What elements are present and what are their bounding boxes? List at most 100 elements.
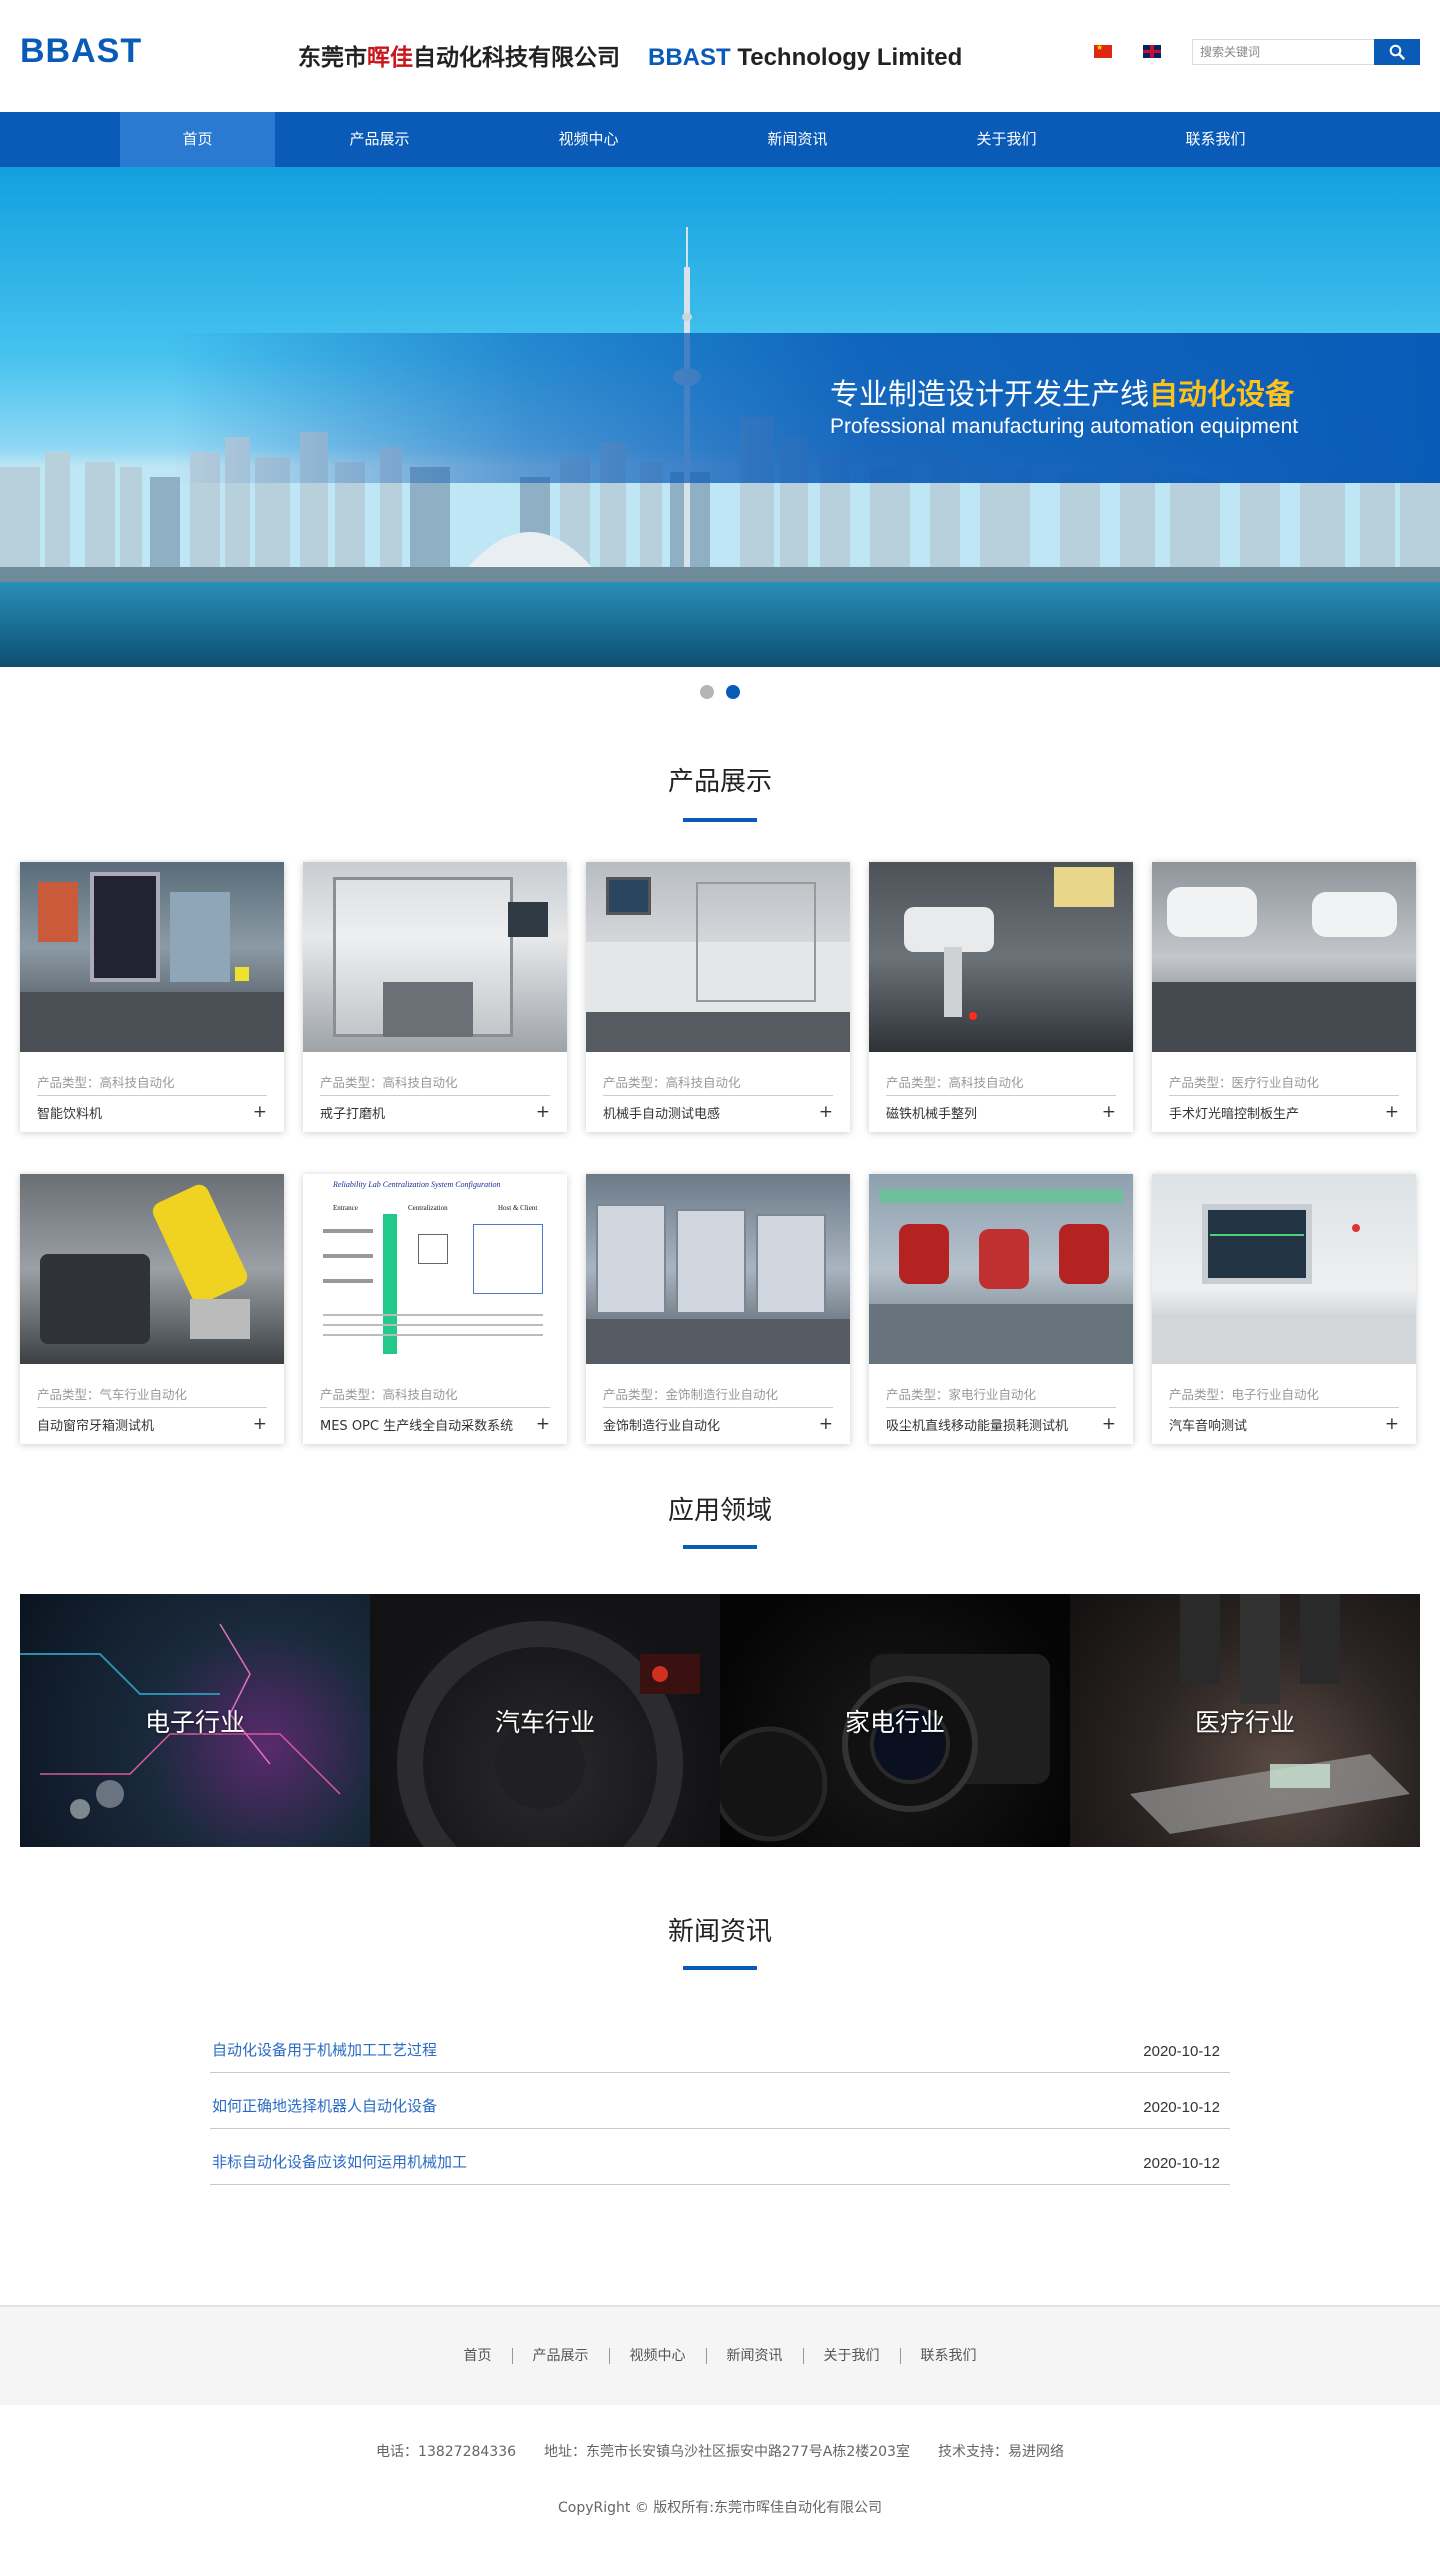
plus-icon[interactable]: + xyxy=(536,1414,550,1434)
products-row: 产品类型：高科技自动化 智能饮料机 + 产品类型：高科技自动化 戒子打磨机 + 产品… xyxy=(20,862,1440,1132)
product-card[interactable]: 产品类型：家电行业自动化 吸尘机直线移动能量损耗测试机 + xyxy=(869,1174,1133,1444)
carousel-dot-2[interactable] xyxy=(726,685,740,699)
product-name-row: 戒子打磨机 + xyxy=(320,1096,550,1128)
nav-item-about[interactable]: 关于我们 xyxy=(902,112,1111,167)
application-label: 电子行业 xyxy=(144,1707,245,1737)
product-category: 产品类型：高科技自动化 xyxy=(603,1052,833,1096)
product-name: 金饰制造行业自动化 xyxy=(603,1418,721,1434)
plus-icon[interactable]: + xyxy=(1385,1102,1399,1122)
footer-phone: 电话：13827284336 xyxy=(376,2444,517,2460)
product-name-row: 自动窗帘牙箱测试机 + xyxy=(37,1408,267,1440)
applications-grid: 电子行业 汽车行业 家电行业 医疗行业 xyxy=(20,1594,1420,1847)
products-grid: 产品类型：高科技自动化 智能饮料机 + 产品类型：高科技自动化 戒子打磨机 + 产品… xyxy=(0,862,1440,1444)
product-name-row: 磁铁机械手整列 + xyxy=(886,1096,1116,1128)
chinese-flag-icon[interactable] xyxy=(1094,43,1112,58)
hero-banner[interactable]: 专业制造设计开发生产线自动化设备 Professional manufactur… xyxy=(0,167,1440,667)
product-category: 产品类型：电子行业自动化 xyxy=(1169,1364,1399,1408)
news-item[interactable]: 自动化设备用于机械加工工艺过程 2020-10-12 xyxy=(210,2027,1230,2073)
news-section-title: 新闻资讯 xyxy=(0,1907,1440,1987)
product-image xyxy=(20,1174,284,1364)
site-logo[interactable]: BBAST xyxy=(20,32,142,71)
application-tile-appliances[interactable]: 家电行业 xyxy=(720,1594,1070,1847)
nav-item-home[interactable]: 首页 xyxy=(120,112,275,167)
plus-icon[interactable]: + xyxy=(1102,1414,1116,1434)
product-category: 产品类型：高科技自动化 xyxy=(320,1052,550,1096)
news-list: 自动化设备用于机械加工工艺过程 2020-10-12 如何正确地选择机器人自动化… xyxy=(210,2027,1230,2185)
news-date: 2020-10-12 xyxy=(1143,2099,1220,2116)
product-card[interactable]: 产品类型：高科技自动化 智能饮料机 + xyxy=(20,862,284,1132)
product-image xyxy=(1152,862,1416,1052)
search-input[interactable] xyxy=(1192,39,1374,65)
product-name: MES OPC 生产线全自动采数系统 xyxy=(320,1418,514,1434)
application-label: 家电行业 xyxy=(844,1707,945,1737)
main-nav: 首页 产品展示 视频中心 新闻资讯 关于我们 联系我们 xyxy=(0,112,1440,167)
footer-link-videos[interactable]: 视频中心 xyxy=(608,2348,706,2364)
banner-title-prefix: 专业制造设计开发生产线 xyxy=(830,377,1150,411)
product-image xyxy=(586,1174,850,1364)
product-name: 手术灯光暗控制板生产 xyxy=(1169,1106,1300,1122)
product-card[interactable]: 产品类型：高科技自动化 磁铁机械手整列 + xyxy=(869,862,1133,1132)
product-category: 产品类型：医疗行业自动化 xyxy=(1169,1052,1399,1096)
application-label: 医疗行业 xyxy=(1194,1707,1295,1737)
news-title[interactable]: 非标自动化设备应该如何运用机械加工 xyxy=(212,2151,467,2172)
product-card[interactable]: 产品类型：医疗行业自动化 手术灯光暗控制板生产 + xyxy=(1152,862,1416,1132)
application-tile-electronics[interactable]: 电子行业 xyxy=(20,1594,370,1847)
product-image xyxy=(1152,1174,1416,1364)
banner-subtitle: Professional manufacturing automation eq… xyxy=(830,415,1299,438)
news-item[interactable]: 如何正确地选择机器人自动化设备 2020-10-12 xyxy=(210,2073,1230,2129)
product-name: 自动窗帘牙箱测试机 xyxy=(37,1418,155,1434)
news-date: 2020-10-12 xyxy=(1143,2043,1220,2060)
product-card[interactable]: 产品类型：高科技自动化 机械手自动测试电感 + xyxy=(586,862,850,1132)
product-name: 智能饮料机 xyxy=(37,1106,103,1122)
plus-icon[interactable]: + xyxy=(1385,1414,1399,1434)
carousel-dot-1[interactable] xyxy=(700,685,714,699)
footer-link-products[interactable]: 产品展示 xyxy=(511,2348,609,2364)
product-card[interactable]: Reliability Lab Centralization System Co… xyxy=(303,1174,567,1444)
product-card[interactable]: 产品类型：气车行业自动化 自动窗帘牙箱测试机 + xyxy=(20,1174,284,1444)
application-tile-medical[interactable]: 医疗行业 xyxy=(1070,1594,1420,1847)
product-name: 磁铁机械手整列 xyxy=(886,1106,978,1122)
product-name: 机械手自动测试电感 xyxy=(603,1106,721,1122)
plus-icon[interactable]: + xyxy=(819,1414,833,1434)
nav-item-contact[interactable]: 联系我们 xyxy=(1111,112,1320,167)
nav-item-videos[interactable]: 视频中心 xyxy=(484,112,693,167)
product-card[interactable]: 产品类型：金饰制造行业自动化 金饰制造行业自动化 + xyxy=(586,1174,850,1444)
news-item[interactable]: 非标自动化设备应该如何运用机械加工 2020-10-12 xyxy=(210,2129,1230,2185)
applications-section-title: 应用领域 xyxy=(0,1486,1440,1566)
product-image xyxy=(20,862,284,1052)
diagram-label: Entrance xyxy=(333,1204,358,1212)
plus-icon[interactable]: + xyxy=(1102,1102,1116,1122)
company-name: 东莞市晖佳自动化科技有限公司 BBAST Technology Limited xyxy=(298,38,962,72)
news-title[interactable]: 如何正确地选择机器人自动化设备 xyxy=(212,2095,437,2116)
product-name: 吸尘机直线移动能量损耗测试机 xyxy=(886,1418,1069,1434)
product-name-row: 汽车音响测试 + xyxy=(1169,1408,1399,1440)
footer-link-about[interactable]: 关于我们 xyxy=(802,2348,900,2364)
product-card[interactable]: 产品类型：电子行业自动化 汽车音响测试 + xyxy=(1152,1174,1416,1444)
footer-link-news[interactable]: 新闻资讯 xyxy=(705,2348,803,2364)
nav-item-products[interactable]: 产品展示 xyxy=(275,112,484,167)
plus-icon[interactable]: + xyxy=(819,1102,833,1122)
footer-link-home[interactable]: 首页 xyxy=(444,2348,512,2364)
product-category: 产品类型：高科技自动化 xyxy=(320,1364,550,1408)
english-flag-icon[interactable] xyxy=(1143,45,1161,58)
carousel-dots xyxy=(0,667,1440,717)
site-header: BBAST 东莞市晖佳自动化科技有限公司 BBAST Technology Lim… xyxy=(0,0,1440,112)
product-name-row: MES OPC 生产线全自动采数系统 + xyxy=(320,1408,550,1440)
product-category: 产品类型：金饰制造行业自动化 xyxy=(603,1364,833,1408)
products-row: 产品类型：气车行业自动化 自动窗帘牙箱测试机 + Reliability Lab … xyxy=(20,1174,1440,1444)
search-bar xyxy=(1192,39,1420,65)
plus-icon[interactable]: + xyxy=(253,1414,267,1434)
news-title[interactable]: 自动化设备用于机械加工工艺过程 xyxy=(212,2039,437,2060)
plus-icon[interactable]: + xyxy=(536,1102,550,1122)
footer-address: 地址：东莞市长安镇乌沙社区振安中路277号A栋2楼203室 xyxy=(544,2444,910,2460)
search-icon xyxy=(1389,44,1405,60)
plus-icon[interactable]: + xyxy=(253,1102,267,1122)
company-en-brand: BBAST xyxy=(648,44,731,71)
application-tile-automotive[interactable]: 汽车行业 xyxy=(370,1594,720,1847)
footer-tech-support: 技术支持：易进网络 xyxy=(937,2444,1064,2460)
product-image xyxy=(869,862,1133,1052)
nav-item-news[interactable]: 新闻资讯 xyxy=(693,112,902,167)
footer-link-contact[interactable]: 联系我们 xyxy=(899,2348,997,2364)
product-card[interactable]: 产品类型：高科技自动化 戒子打磨机 + xyxy=(303,862,567,1132)
search-button[interactable] xyxy=(1374,39,1420,65)
